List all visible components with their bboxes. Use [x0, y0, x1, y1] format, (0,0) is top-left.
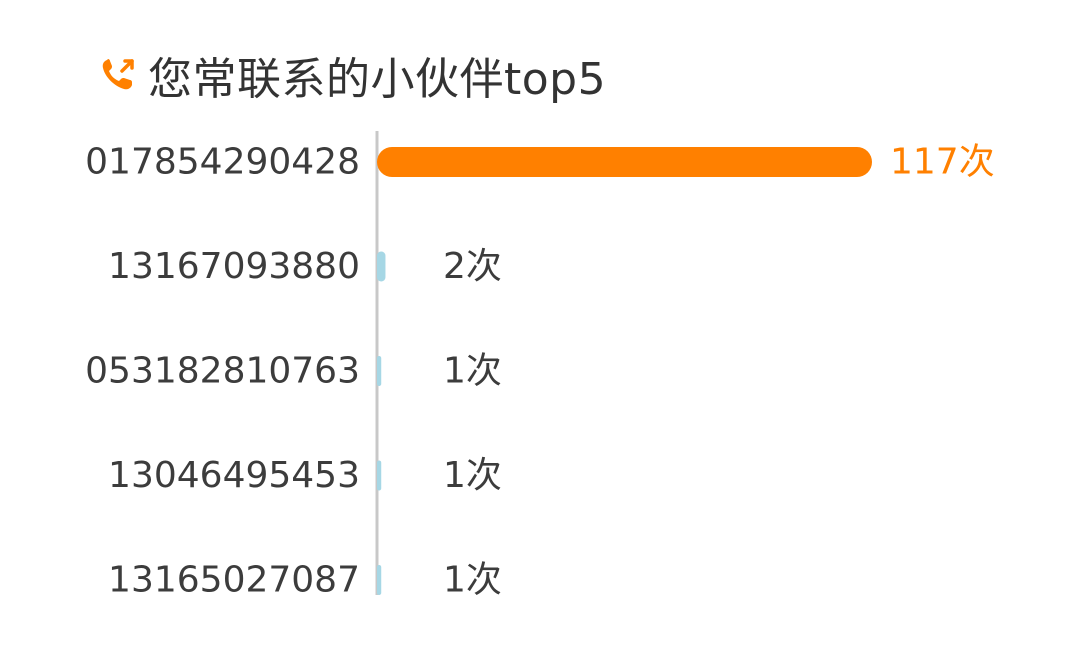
chart-root: 您常联系的小伙伴top5 017854290428 117次 13167093880… — [0, 0, 1080, 654]
bar — [377, 565, 382, 595]
category-label: 13165027087 — [108, 560, 360, 601]
value-label: 2次 — [443, 246, 502, 287]
bar — [377, 356, 382, 386]
category-label: 13167093880 — [108, 246, 360, 287]
value-label: 1次 — [443, 351, 502, 392]
value-label: 1次 — [443, 455, 502, 496]
bar — [377, 147, 872, 177]
bar-chart: 017854290428 117次 13167093880 2次 05318281076… — [85, 131, 995, 601]
bar — [377, 460, 382, 491]
category-label: 053182810763 — [85, 351, 360, 392]
category-label: 017854290428 — [85, 142, 360, 183]
bar — [377, 251, 386, 282]
category-label: 13046495453 — [108, 455, 360, 496]
value-label: 1次 — [443, 560, 502, 601]
value-label: 117次 — [890, 142, 995, 183]
